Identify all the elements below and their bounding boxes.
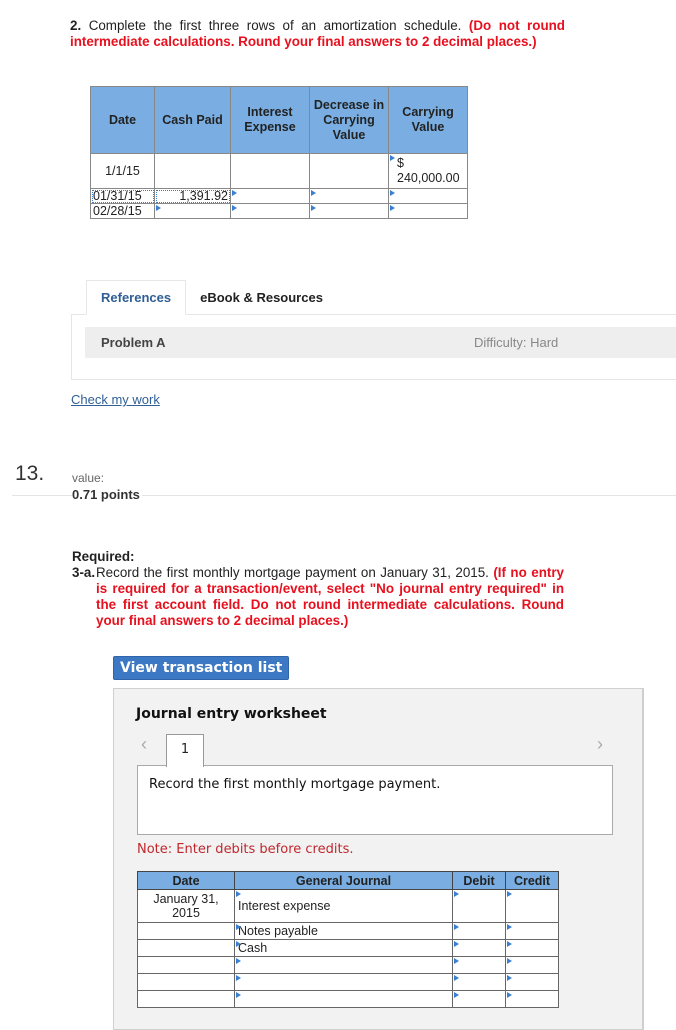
journal-row: Notes payable xyxy=(137,922,559,940)
journal-row: January 31, 2015 Interest expense xyxy=(137,889,559,923)
table-row: 02/28/15 xyxy=(90,203,468,219)
debit-input[interactable] xyxy=(452,939,506,957)
credit-input[interactable] xyxy=(505,922,559,940)
transaction-description-box xyxy=(137,765,613,835)
date-cell xyxy=(137,956,235,974)
question-number: 13. xyxy=(15,462,45,485)
question-text: Complete the first three rows of an amor… xyxy=(88,18,462,33)
col-header-interest-expense: Interest Expense xyxy=(230,86,310,154)
part-label: 3-a. xyxy=(72,565,96,580)
date-cell: 1/1/15 xyxy=(90,153,155,189)
credit-input[interactable] xyxy=(505,990,559,1008)
decrease-cell xyxy=(309,153,389,189)
check-my-work-link[interactable]: Check my work xyxy=(71,392,160,407)
debit-input[interactable] xyxy=(452,922,506,940)
col-header-cash-paid: Cash Paid xyxy=(154,86,231,154)
date-cell xyxy=(137,973,235,991)
table-row: 1/1/15 $ 240,000.00 xyxy=(90,153,468,189)
col-header-date: Date xyxy=(137,871,235,890)
credit-input[interactable] xyxy=(505,973,559,991)
carrying-value-input[interactable] xyxy=(388,203,468,219)
cash-paid-input[interactable] xyxy=(154,203,231,219)
date-cell: 01/31/15 xyxy=(90,188,155,204)
date-cell xyxy=(137,939,235,957)
problem-name: Problem A xyxy=(101,335,166,350)
required-section: Required: 3-a. Record the first monthly … xyxy=(72,549,564,629)
col-header-general-journal: General Journal xyxy=(234,871,453,890)
table-row: 01/31/15 1,391.92 xyxy=(90,188,468,204)
debit-input[interactable] xyxy=(452,956,506,974)
difficulty-label: Difficulty: Hard xyxy=(474,335,559,350)
journal-row xyxy=(137,973,559,991)
credit-input[interactable] xyxy=(505,956,559,974)
date-cell: January 31, 2015 xyxy=(137,889,235,923)
journal-table: Date General Journal Debit Credit Januar… xyxy=(137,871,559,1008)
problem-bar xyxy=(85,327,676,358)
interest-expense-input[interactable] xyxy=(230,203,310,219)
col-header-credit: Credit xyxy=(505,871,559,890)
cash-paid-cell xyxy=(154,153,231,189)
reference-tabs: References eBook & Resources xyxy=(86,280,337,315)
col-header-carrying-value: Carrying Value xyxy=(388,86,468,154)
worksheet-tab-1[interactable]: 1 xyxy=(166,734,204,767)
account-select[interactable]: Notes payable xyxy=(234,922,453,940)
decrease-input[interactable] xyxy=(309,203,389,219)
question-number: 2. xyxy=(70,18,82,33)
question-2-prompt: 2. Complete the first three rows of an a… xyxy=(70,18,565,50)
credit-input[interactable] xyxy=(505,889,559,923)
date-cell xyxy=(137,990,235,1008)
debit-input[interactable] xyxy=(452,990,506,1008)
amortization-table: Date Cash Paid Interest Expense Decrease… xyxy=(90,86,468,219)
account-select[interactable] xyxy=(234,956,453,974)
carrying-value-input[interactable]: $ 240,000.00 xyxy=(388,153,468,189)
value-label: value: xyxy=(72,471,105,485)
credit-input[interactable] xyxy=(505,939,559,957)
required-text: Record the first monthly mortgage paymen… xyxy=(96,565,489,580)
date-cell: 02/28/15 xyxy=(90,203,155,219)
account-select[interactable]: Cash xyxy=(234,939,453,957)
required-heading: Required: xyxy=(72,549,135,564)
worksheet-title: Journal entry worksheet xyxy=(136,706,327,722)
debit-input[interactable] xyxy=(452,889,506,923)
journal-row xyxy=(137,990,559,1008)
view-transaction-list-button[interactable]: View transaction list xyxy=(113,656,290,680)
decrease-input[interactable] xyxy=(309,188,389,204)
note-text: Note: Enter debits before credits. xyxy=(137,842,354,857)
date-cell xyxy=(137,922,235,940)
account-select[interactable] xyxy=(234,990,453,1008)
points-value: 0.71 points xyxy=(72,487,142,502)
debit-input[interactable] xyxy=(452,973,506,991)
interest-expense-input[interactable] xyxy=(230,188,310,204)
interest-expense-cell xyxy=(230,153,310,189)
cash-paid-cell: 1,391.92 xyxy=(154,188,231,204)
col-header-date: Date xyxy=(90,86,155,154)
tab-references[interactable]: References xyxy=(86,280,187,315)
col-header-decrease: Decrease in Carrying Value xyxy=(309,86,389,154)
carrying-value-input[interactable] xyxy=(388,188,468,204)
account-select[interactable] xyxy=(234,973,453,991)
journal-row: Cash xyxy=(137,939,559,957)
journal-row xyxy=(137,956,559,974)
col-header-debit: Debit xyxy=(452,871,506,890)
chevron-left-icon[interactable]: ‹ xyxy=(141,734,147,755)
transaction-description: Record the first monthly mortgage paymen… xyxy=(149,777,441,792)
account-select[interactable]: Interest expense xyxy=(234,889,453,923)
chevron-right-icon[interactable]: › xyxy=(597,734,603,755)
tab-ebook-resources[interactable]: eBook & Resources xyxy=(186,281,337,314)
